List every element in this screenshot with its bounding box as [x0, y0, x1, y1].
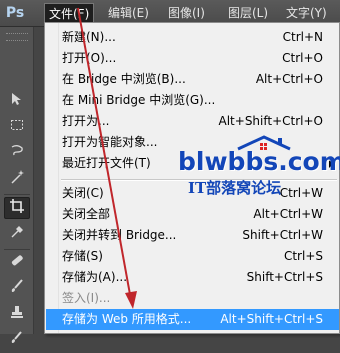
brush-tool-icon[interactable] — [4, 278, 30, 300]
menu-item-new[interactable]: 新建(N)... Ctrl+N — [46, 27, 339, 48]
marquee-tool-icon[interactable] — [4, 117, 30, 139]
menu-type[interactable]: 文字(Y) — [282, 3, 331, 24]
move-tool-icon[interactable] — [4, 91, 30, 113]
watermark-brand: blwbbs.com — [178, 147, 340, 176]
tool-panel — [0, 27, 34, 343]
crop-tool-icon[interactable] — [4, 197, 30, 219]
menu-item-save[interactable]: 存储(S) Ctrl+S — [46, 246, 339, 267]
menu-item-browse-in-bridge[interactable]: 在 Bridge 中浏览(B)... Alt+Ctrl+O — [46, 69, 339, 90]
menu-item-open-as[interactable]: 打开为... Alt+Shift+Ctrl+O — [46, 111, 339, 132]
healing-brush-icon[interactable] — [4, 252, 30, 274]
history-brush-icon[interactable] — [4, 330, 30, 352]
menu-item-browse-in-mini-bridge[interactable]: 在 Mini Bridge 中浏览(G)... — [46, 90, 339, 111]
watermark-slogan: IT部落窝论坛 — [188, 179, 282, 197]
menu-layer[interactable]: 图层(L) — [224, 3, 272, 24]
panel-grip[interactable] — [6, 33, 28, 41]
menu-image[interactable]: 图像(I) — [164, 3, 209, 24]
menu-edit[interactable]: 编辑(E) — [104, 3, 153, 24]
menu-item-close-all[interactable]: 关闭全部 Alt+Ctrl+W — [46, 204, 339, 225]
menu-item-save-as[interactable]: 存储为(A)... Shift+Ctrl+S — [46, 267, 339, 288]
photoshop-logo: Ps — [5, 5, 25, 21]
menu-file[interactable]: 文件(F) — [44, 3, 95, 24]
magic-wand-icon[interactable] — [4, 169, 30, 191]
menu-item-open[interactable]: 打开(O)... Ctrl+O — [46, 48, 339, 69]
menu-item-save-for-web[interactable]: 存储为 Web 所用格式... Alt+Shift+Ctrl+S — [46, 309, 339, 330]
menu-item-close-and-go-to-bridge[interactable]: 关闭并转到 Bridge... Shift+Ctrl+W — [46, 225, 339, 246]
eyedropper-icon[interactable] — [4, 224, 30, 246]
menu-item-check-in: 签入(I)... — [62, 291, 111, 305]
clone-stamp-icon[interactable] — [4, 304, 30, 326]
lasso-tool-icon[interactable] — [4, 143, 30, 165]
